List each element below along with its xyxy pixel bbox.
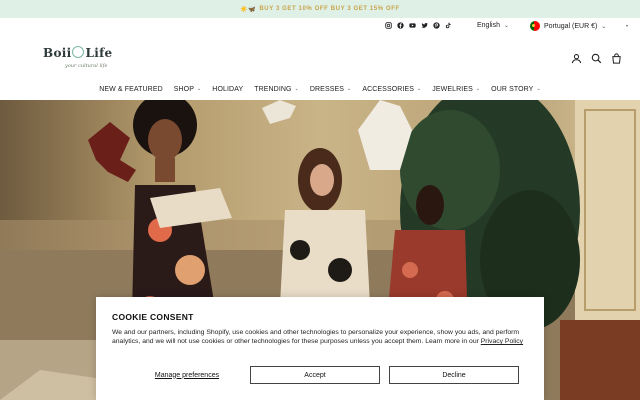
country-selector[interactable]: Portugal (EUR €) ⌄ (530, 21, 606, 31)
nav-item-label: JEWELRIES (432, 85, 473, 93)
youtube-icon[interactable] (408, 21, 416, 29)
nav-item-label: SHOP (173, 85, 194, 93)
utility-bar: English ⌄ Portugal (EUR €) ⌄ • (0, 18, 640, 34)
country-label: Portugal (EUR €) (544, 22, 598, 30)
consent-title: COOKIE CONSENT (112, 312, 194, 322)
cart-icon[interactable] (610, 52, 622, 64)
nav-item-dresses[interactable]: DRESSES ⌄ (310, 86, 351, 93)
announcement-bar: ☀️🦋 BUY 3 GET 10% OFF BUY 3 GET 15% OFF (0, 0, 640, 18)
twitter-icon[interactable] (420, 21, 428, 29)
pinterest-icon[interactable] (432, 21, 440, 29)
chevron-down-icon: ⌄ (294, 86, 299, 92)
decline-button[interactable]: Decline (389, 366, 519, 384)
site-header: Boii Life your cultural life (0, 34, 640, 80)
chevron-down-icon: ⌄ (536, 86, 541, 92)
logo-left-text: Boii (43, 46, 72, 60)
facebook-icon[interactable] (396, 21, 404, 29)
chevron-down-icon: ⌄ (417, 86, 422, 92)
social-links (384, 21, 452, 29)
nav-item-new-featured[interactable]: NEW & FEATURED (99, 86, 163, 93)
dot-icon: • (626, 24, 629, 30)
language-label: English (477, 22, 500, 29)
nav-item-label: OUR STORY (491, 85, 534, 93)
chevron-down-icon: ⌄ (347, 86, 352, 92)
nav-item-label: HOLIDAY (212, 85, 244, 93)
main-nav: NEW & FEATURED SHOP ⌄ HOLIDAY TRENDING ⌄ D… (0, 80, 640, 98)
nav-item-holiday[interactable]: HOLIDAY (212, 86, 243, 93)
announcement-text: BUY 3 GET 10% OFF BUY 3 GET 15% OFF (259, 6, 400, 12)
consent-actions: Manage preferences Accept Decline (112, 366, 528, 384)
manage-preferences-link[interactable]: Manage preferences (112, 366, 262, 384)
nav-item-label: DRESSES (309, 85, 345, 93)
nav-item-trending[interactable]: TRENDING ⌄ (254, 86, 299, 93)
chevron-down-icon: ⌄ (197, 86, 202, 92)
accept-button[interactable]: Accept (250, 366, 380, 384)
nav-item-accessories[interactable]: ACCESSORIES ⌄ (362, 86, 421, 93)
logo[interactable]: Boii Life your cultural life (43, 44, 127, 74)
tiktok-icon[interactable] (444, 21, 452, 29)
nav-item-shop[interactable]: SHOP ⌄ (174, 86, 202, 93)
account-icon[interactable] (570, 52, 582, 64)
chevron-down-icon: ⌄ (475, 86, 481, 92)
nav-item-label: ACCESSORIES (362, 85, 414, 93)
instagram-icon[interactable] (384, 21, 392, 29)
nav-item-jewelries[interactable]: JEWELRIES ⌄ (432, 86, 480, 93)
search-icon[interactable] (590, 52, 602, 64)
cookie-consent-dialog: COOKIE CONSENT We and our partners, incl… (96, 297, 544, 400)
sun-butterfly-icon: ☀️🦋 (240, 6, 257, 13)
privacy-policy-link[interactable]: Privacy Policy (481, 338, 523, 345)
logo-tagline: your cultural life (65, 63, 108, 69)
nav-item-label: TRENDING (254, 85, 292, 93)
nav-item-our-story[interactable]: OUR STORY ⌄ (491, 86, 541, 93)
consent-body: We and our partners, including Shopify, … (112, 328, 526, 346)
logo-right-text: Life (85, 46, 113, 60)
language-selector[interactable]: English ⌄ (477, 22, 509, 29)
chevron-down-icon: ⌄ (601, 23, 607, 30)
logo-circle-icon (72, 45, 85, 58)
portugal-flag-icon (530, 21, 540, 31)
nav-item-label: NEW & FEATURED (99, 85, 163, 93)
consent-body-text: We and our partners, including Shopify, … (112, 329, 520, 345)
chevron-down-icon: ⌄ (503, 23, 509, 29)
header-icons (570, 52, 622, 64)
